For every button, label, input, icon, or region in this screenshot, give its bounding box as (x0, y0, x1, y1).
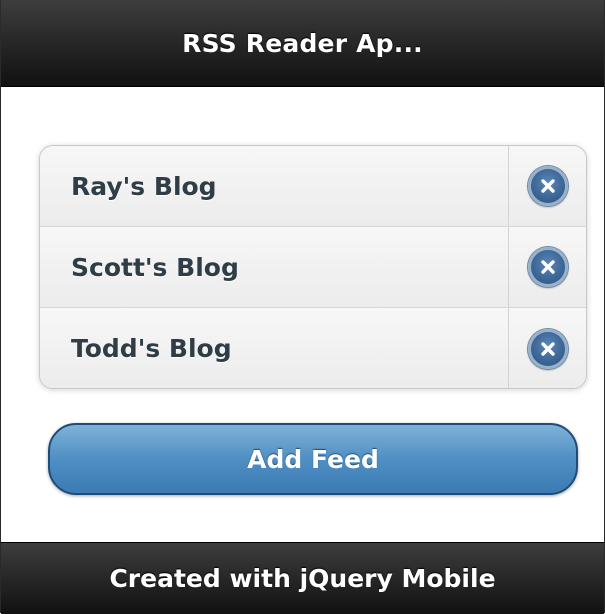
feed-item-label: Scott's Blog (71, 252, 239, 282)
delete-feed-button[interactable] (509, 227, 586, 307)
feed-link-rays-blog[interactable]: Ray's Blog (40, 146, 509, 226)
list-item: Scott's Blog (40, 227, 586, 308)
footer-text: Created with jQuery Mobile (109, 564, 496, 593)
list-item: Todd's Blog (40, 308, 586, 388)
feed-link-todds-blog[interactable]: Todd's Blog (40, 308, 509, 388)
app-page: RSS Reader Ap... Ray's Blog Scott's Blog… (0, 0, 605, 614)
delete-icon (527, 328, 568, 369)
feed-list: Ray's Blog Scott's Blog Todd's Blog (39, 145, 587, 389)
footer-bar: Created with jQuery Mobile (1, 542, 604, 614)
delete-icon (527, 247, 568, 287)
feed-item-label: Todd's Blog (71, 334, 232, 363)
list-item: Ray's Blog (40, 146, 586, 227)
feed-link-scotts-blog[interactable]: Scott's Blog (40, 227, 509, 307)
add-feed-button-label: Add Feed (247, 444, 379, 474)
page-title: RSS Reader Ap... (182, 28, 423, 58)
content-area: Ray's Blog Scott's Blog Todd's Blog Add … (1, 87, 604, 542)
header-bar: RSS Reader Ap... (1, 0, 604, 87)
delete-feed-button[interactable] (509, 146, 586, 226)
delete-icon (527, 166, 568, 206)
add-feed-button[interactable]: Add Feed (48, 423, 578, 495)
delete-feed-button[interactable] (509, 308, 586, 388)
feed-item-label: Ray's Blog (71, 171, 217, 201)
